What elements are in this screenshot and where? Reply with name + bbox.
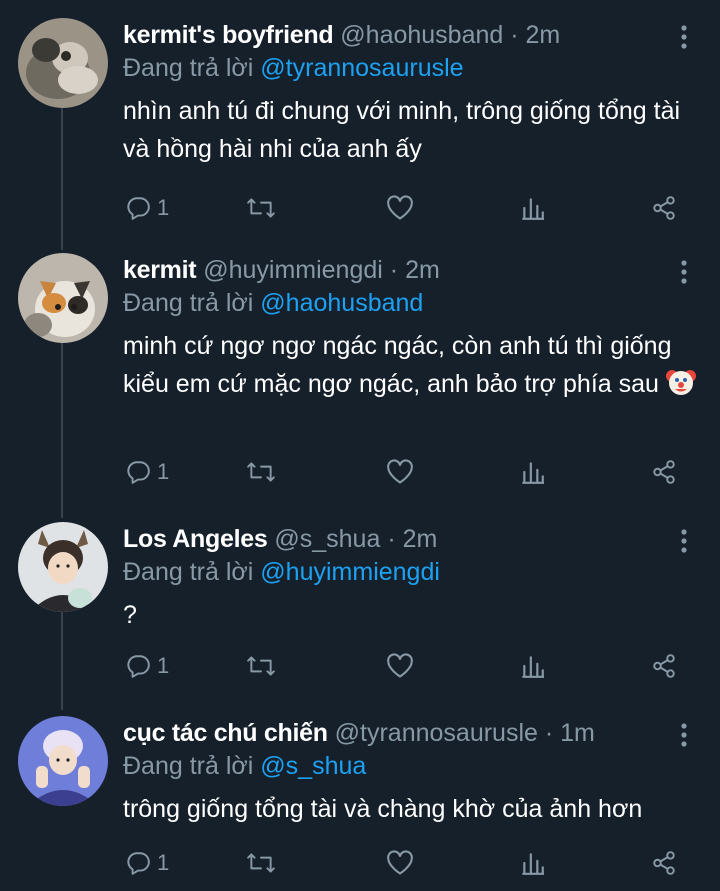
share-icon bbox=[653, 196, 675, 220]
tweet-header: Los Angeles @s_shua · 2m bbox=[123, 522, 437, 556]
like-icon bbox=[387, 195, 413, 220]
action-bar: 1 bbox=[0, 191, 720, 225]
reply-count: 1 bbox=[157, 195, 170, 220]
avatar[interactable] bbox=[18, 18, 108, 108]
user-handle[interactable]: @huyimmiengdi bbox=[203, 256, 383, 284]
retweet-button[interactable] bbox=[246, 191, 276, 225]
like-icon bbox=[387, 850, 413, 875]
reply-prefix: Đang trả lời bbox=[123, 558, 254, 586]
user-handle[interactable]: @haohusband bbox=[340, 21, 503, 49]
retweet-button[interactable] bbox=[246, 846, 276, 880]
share-button[interactable] bbox=[651, 649, 677, 683]
separator: · bbox=[389, 256, 399, 284]
clown-face-icon bbox=[665, 367, 696, 397]
reply-icon bbox=[127, 852, 150, 875]
reply-icon bbox=[127, 461, 150, 484]
reply-icon bbox=[127, 655, 150, 678]
reply-button[interactable]: 1 bbox=[125, 191, 169, 225]
tweet-text: minh cứ ngơ ngơ ngác ngác, còn anh tú th… bbox=[123, 332, 672, 398]
analytics-button[interactable] bbox=[522, 455, 544, 489]
retweet-icon bbox=[247, 656, 275, 676]
mention-link[interactable]: @huyimmiengdi bbox=[260, 558, 440, 586]
display-name[interactable]: kermit's boyfriend bbox=[123, 21, 334, 49]
reply-button[interactable]: 1 bbox=[125, 455, 169, 489]
share-icon bbox=[653, 460, 675, 484]
timestamp[interactable]: 2m bbox=[526, 21, 561, 49]
display-name[interactable]: cục tác chú chiến bbox=[123, 719, 328, 747]
tweet-text: ? bbox=[123, 601, 137, 629]
share-icon bbox=[653, 851, 675, 875]
action-bar: 1 bbox=[0, 455, 720, 489]
timestamp[interactable]: 1m bbox=[560, 719, 595, 747]
separator: · bbox=[387, 525, 396, 553]
analytics-button[interactable] bbox=[522, 846, 544, 880]
more-icon[interactable] bbox=[676, 24, 692, 50]
separator: · bbox=[510, 21, 519, 49]
replying-to: Đang trả lời @s_shua bbox=[123, 750, 366, 782]
display-name[interactable]: kermit bbox=[123, 256, 197, 284]
tweet[interactable]: kermit @huyimmiengdi · 2m Đang trả lời @… bbox=[0, 253, 720, 498]
like-icon bbox=[387, 653, 413, 678]
timestamp[interactable]: 2m bbox=[405, 256, 440, 284]
replying-to: Đang trả lời @haohusband bbox=[123, 287, 423, 319]
reply-button[interactable]: 1 bbox=[125, 846, 169, 880]
like-button[interactable] bbox=[386, 649, 414, 683]
tweet-text-container: minh cứ ngơ ngơ ngác ngác, còn anh tú th… bbox=[123, 327, 703, 403]
retweet-icon bbox=[247, 462, 275, 482]
user-handle[interactable]: @tyrannosaurusle bbox=[335, 719, 538, 747]
share-button[interactable] bbox=[651, 846, 677, 880]
replying-to: Đang trả lời @huyimmiengdi bbox=[123, 556, 440, 588]
tweet[interactable]: cục tác chú chiến @tyrannosaurusle · 1m … bbox=[0, 716, 720, 886]
more-icon[interactable] bbox=[676, 259, 692, 285]
mention-link[interactable]: @tyrannosaurusle bbox=[260, 54, 463, 82]
tweet[interactable]: Los Angeles @s_shua · 2m Đang trả lời @h… bbox=[0, 522, 720, 692]
avatar[interactable] bbox=[18, 522, 108, 612]
tweet[interactable]: kermit's boyfriend @haohusband · 2m Đang… bbox=[0, 18, 720, 228]
reply-prefix: Đang trả lời bbox=[123, 54, 254, 82]
like-button[interactable] bbox=[386, 455, 414, 489]
avatar[interactable] bbox=[18, 716, 108, 806]
separator: · bbox=[544, 719, 554, 747]
more-icon[interactable] bbox=[676, 722, 692, 748]
reply-count: 1 bbox=[157, 459, 170, 484]
tweet-header: kermit's boyfriend @haohusband · 2m bbox=[123, 18, 560, 52]
reply-count: 1 bbox=[157, 850, 170, 875]
retweet-button[interactable] bbox=[246, 455, 276, 489]
tweet-text: trông giống tổng tài và chàng khờ của ản… bbox=[123, 795, 643, 823]
retweet-icon bbox=[247, 198, 275, 218]
user-handle[interactable]: @s_shua bbox=[274, 525, 380, 553]
retweet-icon bbox=[247, 853, 275, 873]
reply-button[interactable]: 1 bbox=[125, 649, 169, 683]
share-button[interactable] bbox=[651, 191, 677, 225]
action-bar: 1 bbox=[0, 649, 720, 683]
action-bar: 1 bbox=[0, 846, 720, 880]
analytics-button[interactable] bbox=[522, 191, 544, 225]
replying-to: Đang trả lời @tyrannosaurusle bbox=[123, 52, 464, 84]
reply-icon bbox=[127, 197, 150, 220]
tweet-header: kermit @huyimmiengdi · 2m bbox=[123, 253, 440, 287]
share-button[interactable] bbox=[651, 455, 677, 489]
reply-prefix: Đang trả lời bbox=[123, 289, 254, 317]
mention-link[interactable]: @haohusband bbox=[260, 289, 423, 317]
like-icon bbox=[387, 459, 413, 484]
analytics-icon bbox=[522, 198, 544, 220]
tweet-text: nhìn anh tú đi chung với minh, trông giố… bbox=[123, 97, 681, 163]
reply-count: 1 bbox=[157, 653, 170, 678]
avatar[interactable] bbox=[18, 253, 108, 343]
share-icon bbox=[653, 654, 675, 678]
like-button[interactable] bbox=[386, 191, 414, 225]
retweet-button[interactable] bbox=[246, 649, 276, 683]
more-icon[interactable] bbox=[676, 528, 692, 554]
timestamp[interactable]: 2m bbox=[403, 525, 438, 553]
analytics-icon bbox=[522, 853, 544, 875]
tweet-header: cục tác chú chiến @tyrannosaurusle · 1m bbox=[123, 716, 595, 750]
analytics-icon bbox=[522, 462, 544, 484]
analytics-icon bbox=[522, 656, 544, 678]
like-button[interactable] bbox=[386, 846, 414, 880]
display-name[interactable]: Los Angeles bbox=[123, 525, 268, 553]
mention-link[interactable]: @s_shua bbox=[260, 752, 366, 780]
reply-prefix: Đang trả lời bbox=[123, 752, 254, 780]
analytics-button[interactable] bbox=[522, 649, 544, 683]
